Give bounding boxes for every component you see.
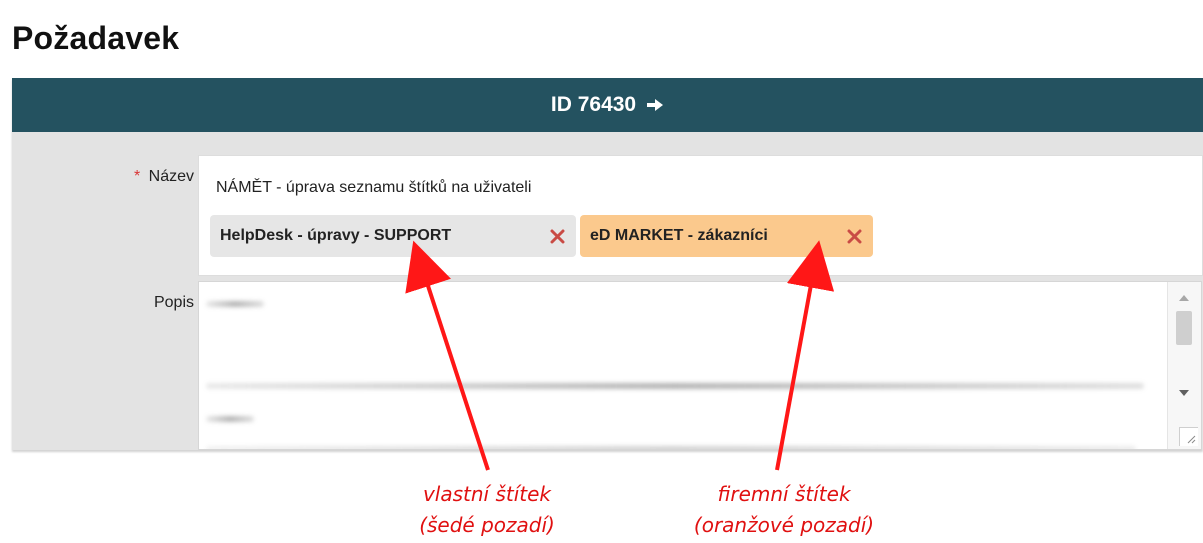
chevron-up-icon[interactable]	[1178, 293, 1190, 303]
required-marker: *	[133, 168, 141, 185]
annotation-orange-tag-line-2: (oranžové pozadí)	[693, 513, 875, 537]
blurred-description-text	[206, 383, 1144, 389]
tag-label: eD MARKET - zákazníci	[590, 227, 768, 244]
annotation-orange-tag-line-1: firemní štítek	[717, 482, 851, 506]
chevron-down-icon[interactable]	[1178, 388, 1190, 398]
description-label: Popis	[153, 294, 194, 311]
annotation-gray-tag-line-2: (šedé pozadí)	[419, 513, 555, 537]
request-panel: ID 76430 * Název NÁMĚT - úprava seznamu …	[12, 78, 1203, 450]
name-label: * Název	[134, 168, 194, 186]
name-label-text: Název	[148, 168, 194, 185]
arrow-right-icon[interactable]	[646, 96, 664, 114]
scroll-thumb[interactable]	[1176, 311, 1192, 345]
close-icon[interactable]	[846, 228, 862, 244]
request-id-label: ID 76430	[550, 93, 637, 116]
annotation-gray-tag-line-1: vlastní štítek	[422, 482, 552, 506]
page-title: Požadavek	[12, 20, 180, 56]
tag-helpdesk-upravy-support[interactable]: HelpDesk - úpravy - SUPPORT	[210, 215, 576, 257]
blurred-description-text	[206, 416, 254, 422]
annotation-gray-tag: vlastní štítek (šedé pozadí)	[383, 479, 591, 541]
annotation-orange-tag: firemní štítek (oranžové pozadí)	[671, 479, 897, 541]
tag-ed-market-zakaznici[interactable]: eD MARKET - zákazníci	[580, 215, 873, 257]
tag-label: HelpDesk - úpravy - SUPPORT	[220, 227, 452, 244]
description-scrollbar[interactable]	[1167, 282, 1201, 449]
request-id-header[interactable]: ID 76430	[12, 78, 1203, 132]
description-textarea[interactable]	[198, 281, 1202, 450]
resize-handle-icon[interactable]	[1179, 427, 1198, 446]
page-root: Požadavek ID 76430 * Název NÁMĚT - úprav…	[0, 0, 1203, 543]
blurred-description-text	[206, 446, 1136, 449]
close-icon[interactable]	[549, 228, 565, 244]
blurred-description-text	[206, 301, 264, 307]
name-field[interactable]: NÁMĚT - úprava seznamu štítků na uživate…	[198, 155, 1203, 276]
tags-list: HelpDesk - úpravy - SUPPORT eD MARKET - …	[210, 215, 873, 257]
name-value[interactable]: NÁMĚT - úprava seznamu štítků na uživate…	[216, 179, 531, 197]
